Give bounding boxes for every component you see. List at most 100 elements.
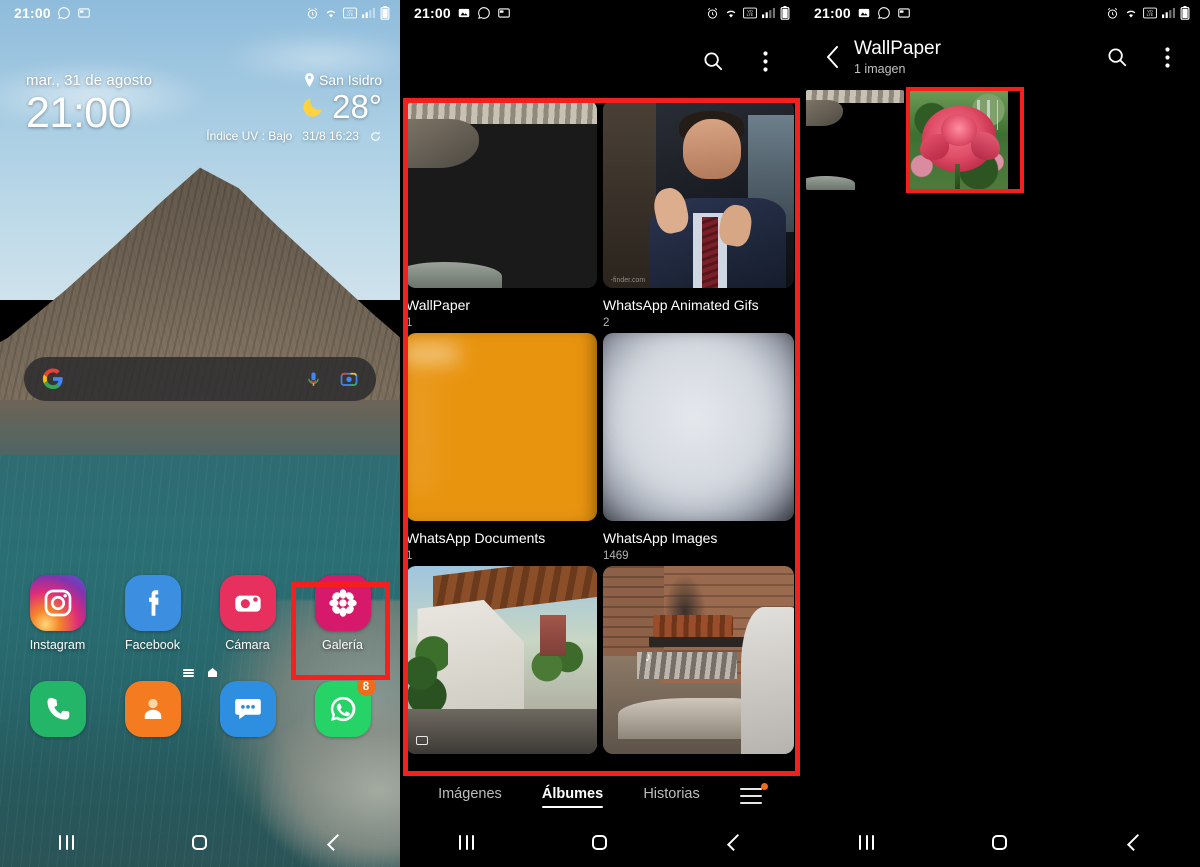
status-right: VO LTE <box>306 6 390 20</box>
tab-albumes[interactable]: Álbumes <box>541 786 604 808</box>
battery-icon <box>780 6 790 20</box>
lake-photo <box>806 90 904 190</box>
status-time: 21:00 <box>814 5 851 21</box>
back-chevron-icon[interactable] <box>816 41 848 73</box>
album-thumbnail <box>603 333 794 521</box>
widget-icon <box>898 8 910 18</box>
refresh-icon[interactable] <box>369 130 382 143</box>
navigation-bar <box>800 817 1200 867</box>
weather-updated: 31/8 16:23 <box>302 129 359 143</box>
google-lens-icon[interactable] <box>340 370 358 388</box>
album-thumbnail <box>406 566 597 754</box>
contacts-icon <box>124 681 181 737</box>
album-detail-titles: WallPaper 1 imagen <box>854 38 1100 76</box>
status-bar: 21:00 VO LTE <box>0 0 400 26</box>
clock-time: 21:00 <box>26 89 132 137</box>
home-button[interactable] <box>570 834 630 850</box>
home-screen-panel: 21:00 VO LTE mar., 31 de agosto 21:00 San… <box>0 0 400 867</box>
widget-icon <box>498 8 510 18</box>
google-search-bar[interactable] <box>24 357 376 401</box>
search-icon[interactable] <box>696 44 730 78</box>
back-icon <box>1126 833 1144 851</box>
alarm-icon <box>1107 7 1118 19</box>
weather-uv-row: Índice UV : Bajo 31/8 16:23 <box>206 129 382 143</box>
battery-icon <box>1180 6 1190 20</box>
back-icon <box>726 833 744 851</box>
microphone-icon[interactable] <box>305 371 322 388</box>
app-instagram[interactable]: Instagram <box>14 575 102 652</box>
app-grid: Instagram Facebook Cámara Galería 8 <box>0 575 400 737</box>
album-name: WhatsApp Images <box>603 530 718 546</box>
recents-button[interactable] <box>837 834 897 850</box>
album-item-whatsapp-animated-gifs[interactable]: -finder.com WhatsApp Animated Gifs 2 <box>603 100 794 329</box>
svg-text:LTE: LTE <box>1147 13 1154 17</box>
app-label: Galería <box>322 638 363 652</box>
facebook-icon <box>124 575 181 631</box>
camera-icon <box>219 575 276 631</box>
home-icon <box>592 834 608 850</box>
app-phone[interactable] <box>14 681 102 737</box>
app-facebook[interactable]: Facebook <box>109 575 197 652</box>
weather-uv-label: Índice UV : Bajo <box>206 129 293 143</box>
clock-date: mar., 31 de agosto <box>26 72 153 89</box>
location-pin-icon <box>305 73 314 87</box>
grill-photo: ♪ <box>603 566 794 754</box>
notification-badge: 8 <box>356 677 376 696</box>
weather-location-row: San Isidro <box>206 72 382 88</box>
home-button[interactable] <box>170 834 230 850</box>
album-item-whatsapp-documents[interactable]: WhatsApp Documents 1 <box>406 333 597 562</box>
album-thumbnail: -finder.com <box>603 100 794 288</box>
home-icon <box>992 834 1008 850</box>
album-item-5[interactable] <box>406 566 597 767</box>
home-button[interactable] <box>970 834 1030 850</box>
status-left: 21:00 <box>14 5 91 21</box>
recents-icon <box>59 834 75 850</box>
weather-main: 28° <box>206 90 382 123</box>
home-page-icon[interactable] <box>208 668 217 677</box>
clock-widget[interactable]: mar., 31 de agosto 21:00 <box>26 72 152 136</box>
app-dock: 8 <box>0 677 400 737</box>
photo-item-lake[interactable] <box>806 90 904 190</box>
tab-historias[interactable]: Historias <box>643 786 699 807</box>
album-item-whatsapp-images[interactable]: WhatsApp Images 1469 <box>603 333 794 562</box>
tab-imagenes[interactable]: Imágenes <box>438 786 502 807</box>
vo-lte-icon: VOLTE <box>1143 7 1157 19</box>
app-messages[interactable] <box>204 681 292 737</box>
back-button[interactable] <box>303 833 363 851</box>
album-thumbnail <box>406 333 597 521</box>
app-galeria[interactable]: Galería <box>299 575 387 652</box>
app-contacts[interactable] <box>109 681 197 737</box>
status-bar: 21:00 VO LTE <box>800 0 1200 26</box>
google-g-icon <box>42 368 63 390</box>
more-vertical-icon[interactable] <box>748 44 782 78</box>
album-item-6[interactable]: ♪ <box>603 566 794 767</box>
gallery-app-bar <box>400 26 800 96</box>
back-button[interactable] <box>1103 833 1163 851</box>
whatsapp-icon <box>477 7 490 19</box>
app-whatsapp[interactable]: 8 <box>299 677 387 737</box>
hamburger-menu-icon[interactable] <box>739 783 768 804</box>
album-item-wallpaper[interactable]: WallPaper 1 <box>406 100 597 329</box>
page-indicator <box>0 668 400 677</box>
vo-lte-icon: VOLTE <box>743 7 757 19</box>
album-detail-app-bar: WallPaper 1 imagen <box>800 26 1200 88</box>
status-time: 21:00 <box>414 5 451 21</box>
navigation-bar <box>400 817 800 867</box>
weather-widget[interactable]: San Isidro 28° Índice UV : Bajo 31/8 16:… <box>206 72 382 143</box>
widget-icon <box>78 8 90 18</box>
vo-lte-icon: VOLTE <box>343 7 357 19</box>
image-icon <box>858 8 870 18</box>
menu-badge-dot <box>760 783 768 790</box>
recents-button[interactable] <box>437 834 497 850</box>
weather-temperature: 28° <box>332 88 382 125</box>
back-icon <box>326 833 344 851</box>
back-button[interactable] <box>703 833 763 851</box>
search-icon[interactable] <box>1100 40 1134 74</box>
app-label: Cámara <box>225 638 270 652</box>
album-grid: WallPaper 1 -finder.com WhatsApp Animate… <box>400 100 800 775</box>
recents-button[interactable] <box>37 834 97 850</box>
app-camera[interactable]: Cámara <box>204 575 292 652</box>
more-vertical-icon[interactable] <box>1150 40 1184 74</box>
photo-item-rose[interactable] <box>910 90 1008 190</box>
apps-page-icon[interactable] <box>183 668 194 677</box>
